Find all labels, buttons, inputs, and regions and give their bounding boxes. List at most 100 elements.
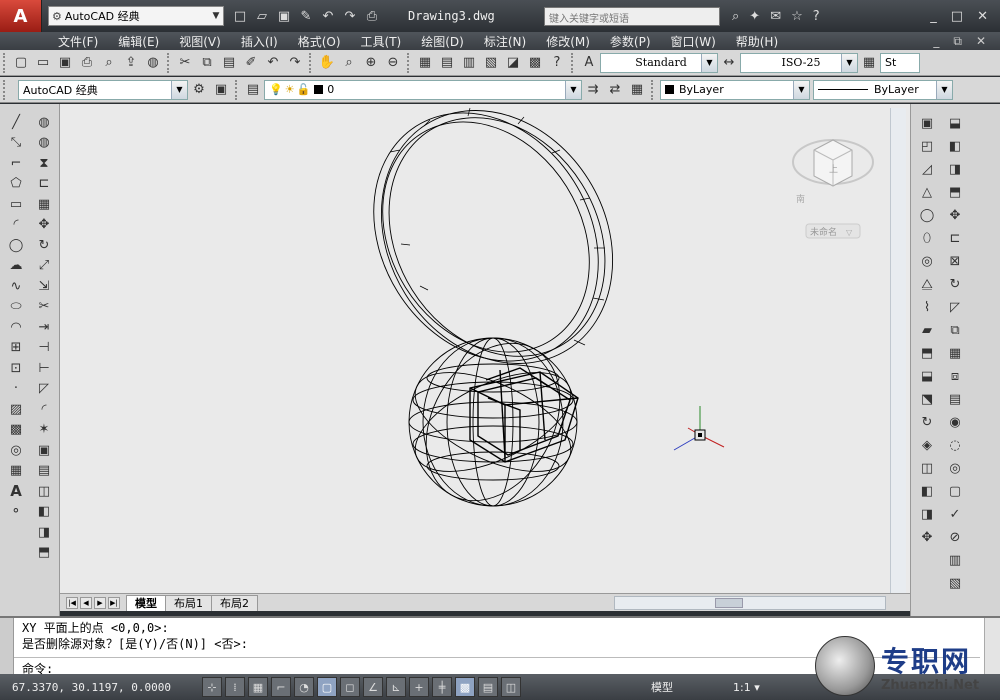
fillet-icon[interactable]: ◜ xyxy=(33,399,55,420)
scrollbar-thumb[interactable] xyxy=(715,597,743,608)
line-icon[interactable]: ╱ xyxy=(5,112,27,133)
binoculars-icon[interactable]: ⌕ xyxy=(732,9,739,24)
offset-faces-icon[interactable]: ⊏ xyxy=(944,227,966,250)
copy-faces-icon[interactable]: ⧉ xyxy=(944,319,966,342)
infer-constraints-icon[interactable]: ⊹ xyxy=(202,677,222,697)
menu-item-6[interactable]: 绘图(D) xyxy=(411,33,474,50)
undo-icon[interactable]: ↶ xyxy=(262,52,284,74)
point-icon[interactable]: · xyxy=(5,379,27,400)
extrude-icon[interactable]: ⬒ xyxy=(33,543,55,564)
menu-item-1[interactable]: 编辑(E) xyxy=(108,33,169,50)
union-solid-icon[interactable]: ⬓ xyxy=(944,112,966,135)
favorites-icon[interactable]: ☆ xyxy=(791,9,803,24)
sweep-icon[interactable]: ⬔ xyxy=(916,388,938,411)
rotate-faces-icon[interactable]: ↻ xyxy=(944,273,966,296)
revision-cloud-icon[interactable]: ☁ xyxy=(5,256,27,277)
pan-icon[interactable]: ✋ xyxy=(316,52,338,74)
help-icon[interactable]: ? xyxy=(813,9,820,24)
3d-osnap-icon[interactable]: ◻ xyxy=(340,677,360,697)
gradient-icon[interactable]: ▩ xyxy=(5,420,27,441)
explode-icon[interactable]: ✶ xyxy=(33,420,55,441)
text-style-select[interactable]: Standard ▼ xyxy=(600,52,718,73)
dynamic-input-icon[interactable]: + xyxy=(409,677,429,697)
markup-icon[interactable]: ◪ xyxy=(502,52,524,74)
ellipse-icon[interactable]: ⬭ xyxy=(5,297,27,318)
planar-surface-icon[interactable]: ▰ xyxy=(916,319,938,342)
workspace-selector[interactable]: ⚙ AutoCAD 经典 ▼ xyxy=(48,6,224,26)
vertical-scrollbar[interactable] xyxy=(890,108,906,593)
copy-edges-icon[interactable]: ⧈ xyxy=(944,365,966,388)
menu-item-8[interactable]: 修改(M) xyxy=(536,33,600,50)
design-center-icon[interactable]: ▤ xyxy=(436,52,458,74)
section-plane-icon[interactable]: ▧ xyxy=(944,572,966,595)
presspull-icon[interactable]: ⬓ xyxy=(916,365,938,388)
solid-edit-icon[interactable]: ▤ xyxy=(33,461,55,482)
transparency-icon[interactable]: ▩ xyxy=(455,677,475,697)
redo-icon[interactable]: ↷ xyxy=(284,52,306,74)
menu-item-5[interactable]: 工具(T) xyxy=(351,33,412,50)
arc-icon[interactable]: ◜ xyxy=(5,215,27,236)
object-snap-icon[interactable]: ▢ xyxy=(317,677,337,697)
plot-icon[interactable]: ⎙ xyxy=(364,9,380,24)
match-properties-icon[interactable]: ✐ xyxy=(240,52,262,74)
subtract-solid-icon[interactable]: ◧ xyxy=(944,135,966,158)
multiline-text-icon[interactable]: A xyxy=(5,481,27,502)
cut-icon[interactable]: ✂ xyxy=(174,52,196,74)
pyramid-icon[interactable]: ⧋ xyxy=(916,273,938,296)
workspace-settings-icon[interactable]: ⚙ xyxy=(188,79,210,101)
undo-icon[interactable]: ↶ xyxy=(320,9,336,24)
slice-icon[interactable]: ⊘ xyxy=(944,526,966,549)
toolbar-grip[interactable] xyxy=(3,79,7,100)
toolbar-grip[interactable] xyxy=(3,52,7,73)
quick-properties-icon[interactable]: ▤ xyxy=(478,677,498,697)
search-input[interactable]: 键入关键字或短语 xyxy=(544,6,720,26)
shell-icon[interactable]: ▢ xyxy=(944,480,966,503)
region-icon[interactable]: ◎ xyxy=(5,440,27,461)
tab-layout2[interactable]: 布局2 xyxy=(211,594,258,611)
erase-icon[interactable]: ◍ xyxy=(33,112,55,133)
extend-icon[interactable]: ⇥ xyxy=(33,317,55,338)
insert-block-icon[interactable]: ⊞ xyxy=(5,338,27,359)
layer-state-icon[interactable]: ▦ xyxy=(626,79,648,101)
horizontal-scrollbar[interactable] xyxy=(614,595,886,610)
snap-mode-icon[interactable]: ⁞ xyxy=(225,677,245,697)
menu-item-9[interactable]: 参数(P) xyxy=(600,33,661,50)
cylinder-icon[interactable]: ⬯ xyxy=(916,227,938,250)
doc-close-icon[interactable]: ✕ xyxy=(976,34,986,49)
layer-select[interactable]: 💡 ☀ 🔓 0 ▼ xyxy=(264,79,582,100)
table-style-select[interactable]: St xyxy=(880,52,920,73)
chamfer-icon[interactable]: ◸ xyxy=(33,379,55,400)
zoom-previous-icon[interactable]: ⊖ xyxy=(382,52,404,74)
prev-tab-icon[interactable]: ◀ xyxy=(80,596,92,609)
tool-palettes-icon[interactable]: ▥ xyxy=(458,52,480,74)
menu-item-3[interactable]: 插入(I) xyxy=(231,33,288,50)
move-faces-icon[interactable]: ✥ xyxy=(944,204,966,227)
zoom-window-icon[interactable]: ⊕ xyxy=(360,52,382,74)
separate-icon[interactable]: ◎ xyxy=(944,457,966,480)
add-selected-icon[interactable]: ⚬ xyxy=(5,502,27,523)
quickcalc-icon[interactable]: ▩ xyxy=(524,52,546,74)
3d-move-icon[interactable]: ✥ xyxy=(916,526,938,549)
next-tab-icon[interactable]: ▶ xyxy=(94,596,106,609)
taper-faces-icon[interactable]: ◸ xyxy=(944,296,966,319)
helix-icon[interactable]: ⌇ xyxy=(916,296,938,319)
selection-cycling-icon[interactable]: ◫ xyxy=(501,677,521,697)
construction-line-icon[interactable]: ⤡ xyxy=(5,133,27,154)
doc-minimize-icon[interactable]: _ xyxy=(933,34,939,49)
make-block-icon[interactable]: ⊡ xyxy=(5,358,27,379)
rectangle-icon[interactable]: ▭ xyxy=(5,194,27,215)
maximize-icon[interactable]: □ xyxy=(951,9,963,24)
rotate-icon[interactable]: ↻ xyxy=(33,235,55,256)
ortho-mode-icon[interactable]: ⌐ xyxy=(271,677,291,697)
solid-box-icon[interactable]: ▣ xyxy=(33,440,55,461)
clean-icon[interactable]: ◌ xyxy=(944,434,966,457)
menu-item-0[interactable]: 文件(F) xyxy=(48,33,108,50)
join-icon[interactable]: ⊢ xyxy=(33,358,55,379)
color-edges-icon[interactable]: ▤ xyxy=(944,388,966,411)
array-icon[interactable]: ▦ xyxy=(33,194,55,215)
last-tab-icon[interactable]: ▶| xyxy=(108,596,120,609)
extrude-icon[interactable]: ⬒ xyxy=(916,342,938,365)
paste-icon[interactable]: ▤ xyxy=(218,52,240,74)
cone-icon[interactable]: △ xyxy=(916,181,938,204)
offset-icon[interactable]: ⊏ xyxy=(33,174,55,195)
